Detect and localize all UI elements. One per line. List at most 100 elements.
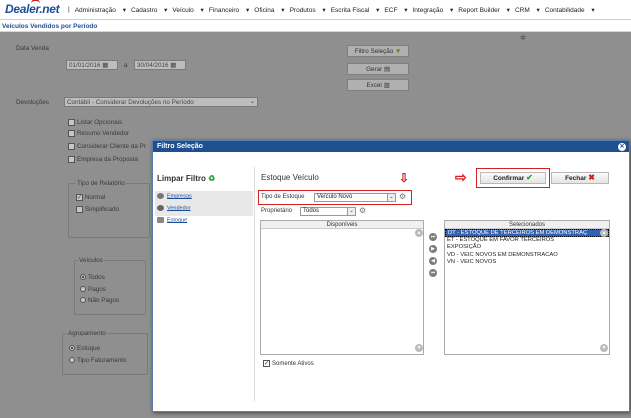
option-nao-pagos[interactable]: Não Pagos [80, 297, 119, 304]
date-to-input[interactable]: 30/04/2016 ▦ [134, 60, 186, 70]
option-normal[interactable]: ✓ Normal [76, 194, 105, 201]
filtro-selecao-modal: Filtro Seleção ✕ Limpar Filtro ♻ Empresa… [152, 140, 630, 412]
option-pagos[interactable]: Pagos [80, 286, 106, 293]
calendar-icon[interactable]: ▦ [170, 62, 176, 69]
option-estoque[interactable]: Estoque [69, 345, 100, 352]
check-considerar-cliente[interactable]: Considerar Cliente da Pr [68, 143, 146, 150]
list-item[interactable]: VD - VEIC NOVOS EM DEMONSTRACAO [445, 252, 609, 260]
menu-item-oficina[interactable]: Oficina ▾ [254, 6, 284, 14]
radio[interactable] [80, 297, 86, 304]
radio-selected[interactable] [69, 345, 75, 352]
agrupamento-group [62, 333, 148, 375]
scroll-up-icon[interactable]: ▲ [600, 229, 608, 237]
disponiveis-list[interactable]: Disponíveis [260, 220, 424, 355]
confirmar-button[interactable]: Confirmar ✔ [480, 172, 546, 184]
chevron-down-icon: ⌄ [387, 194, 395, 201]
red-arrow-down-icon: ⇩ [399, 171, 410, 185]
menu-item-ecf[interactable]: ECF ▾ [384, 6, 407, 14]
list-item[interactable]: ET - ESTOQUE EM FAVOR TERCEIROS [445, 237, 609, 245]
veiculos-title: Veículos [78, 257, 104, 264]
fechar-button[interactable]: Fechar ✖ [551, 172, 609, 184]
checkbox[interactable] [68, 119, 75, 126]
menu-item-contabilidade[interactable]: Contabilidade ▾ [545, 6, 595, 14]
app-logo[interactable]: Dealer.net [5, 0, 60, 16]
limpar-filtro-button[interactable]: Limpar Filtro ♻ [157, 174, 215, 183]
close-icon[interactable]: ✕ [618, 143, 626, 151]
checkbox[interactable] [68, 156, 75, 163]
scroll-up-icon[interactable]: ▲ [415, 229, 423, 237]
move-left-icon[interactable]: ◀ [429, 257, 437, 265]
refresh-icon[interactable]: ⚙ [359, 206, 366, 215]
check-listar-opcionais[interactable]: Listar Opcionais [68, 119, 122, 126]
tipo-relatorio-title: Tipo de Relatório [76, 180, 126, 187]
option-simplificado[interactable]: Simplificado [76, 206, 119, 213]
list-item[interactable]: DT - ESTOQUE DE TERCEIROS EM DEMONSTRAÇ [445, 229, 609, 237]
calendar-icon[interactable]: ▦ [102, 62, 108, 69]
tipo-estoque-select[interactable]: Veículo Novo ⌄ [314, 193, 396, 202]
funnel-icon: ▼ [395, 48, 402, 55]
scroll-down-icon[interactable]: ▼ [600, 344, 608, 352]
nav-item-vendedor[interactable]: Vendedor [157, 205, 191, 211]
list-item[interactable]: EXPOSIÇÃO [445, 244, 609, 252]
check-icon: ✔ [526, 173, 533, 182]
refresh-icon[interactable]: ⚙ [399, 192, 406, 201]
radio[interactable] [69, 357, 75, 364]
nav-item-estoque[interactable]: Estoque [157, 217, 187, 223]
radio[interactable] [80, 286, 86, 293]
modal-header: Filtro Seleção [153, 141, 629, 152]
selecionados-header: Selecionados [445, 221, 609, 229]
menu-item-administracao[interactable]: Administração ▾ [75, 6, 126, 14]
proprietario-label: Proprietário [261, 208, 293, 214]
red-arrow-right-icon: ⇨ [455, 169, 467, 185]
scroll-down-icon[interactable]: ▼ [415, 344, 423, 352]
nav-item-empresas[interactable]: Empresas [157, 193, 192, 199]
selecionados-list[interactable]: Selecionados DT - ESTOQUE DE TERCEIROS E… [444, 220, 610, 355]
devolucoes-select[interactable]: Contábil - Considerar Devoluções no Perí… [64, 97, 258, 107]
building-icon [157, 193, 164, 199]
menu-item-produtos[interactable]: Produtos ▾ [290, 6, 326, 14]
checkbox-checked[interactable]: ✓ [263, 360, 270, 367]
checkbox-checked[interactable]: ✓ [76, 194, 83, 201]
menu-item-integracao[interactable]: Integração ▾ [413, 6, 454, 14]
checkbox[interactable] [68, 143, 75, 150]
disponiveis-header: Disponíveis [261, 221, 423, 229]
somente-ativos-check[interactable]: ✓ Somente Ativos [263, 360, 314, 367]
menu-item-crm[interactable]: CRM ▾ [515, 6, 540, 14]
data-venda-label: Data Venda [16, 45, 49, 52]
check-resumo-vendedor[interactable]: Resumo Vendedor [68, 130, 129, 137]
date-separator: a [124, 62, 128, 69]
user-icon [157, 205, 164, 211]
date-from-input[interactable]: 01/01/2016 ▦ [66, 60, 118, 70]
excel-button[interactable]: Excel ▥ [347, 79, 409, 91]
proprietario-select[interactable]: Todos ⌄ [300, 207, 356, 216]
inventory-icon [157, 217, 164, 223]
menu-item-cadastro[interactable]: Cadastro ▾ [131, 6, 167, 14]
menu-item-report-builder[interactable]: Report Builder ▾ [458, 6, 510, 14]
move-all-right-icon[interactable]: ⏭ [429, 233, 437, 241]
option-tipo-faturamento[interactable]: Tipo Faturamento [69, 357, 126, 364]
menu-item-financeiro[interactable]: Financeiro ▾ [209, 6, 249, 14]
main-menu: | Administração ▾ Cadastro ▾ Veículo ▾ F… [68, 6, 600, 14]
checkbox[interactable] [76, 206, 83, 213]
tipo-estoque-label: Tipo de Estoque [261, 194, 305, 200]
filtro-selecao-button[interactable]: Filtro Seleção ▼ [347, 45, 409, 57]
excel-icon: ▥ [383, 82, 390, 89]
menu-separator: | [68, 6, 70, 13]
x-icon: ✖ [588, 173, 595, 182]
check-empresa-proposta[interactable]: Empresa da Proposta [68, 156, 138, 163]
checkbox[interactable] [68, 130, 75, 137]
section-title: Estoque Veículo [261, 173, 319, 182]
printer-icon: ▤ [383, 66, 390, 73]
devolucoes-label: Devoluções [16, 99, 49, 106]
move-all-left-icon[interactable]: ⏮ [429, 269, 437, 277]
move-right-icon[interactable]: ▶ [429, 245, 437, 253]
option-todos[interactable]: Todos [80, 274, 105, 281]
menu-item-veiculo[interactable]: Veículo ▾ [172, 6, 203, 14]
menu-item-escrita-fiscal[interactable]: Escrita Fiscal ▾ [331, 6, 380, 14]
agrupamento-title: Agrupamento [67, 330, 107, 337]
gerar-button[interactable]: Gerar ▤ [347, 63, 409, 75]
list-item[interactable]: VN - VEIC NOVOS [445, 259, 609, 267]
recycle-icon: ♻ [208, 174, 216, 183]
page-title: Veículos Vendidos por Período [2, 23, 98, 30]
radio-selected[interactable] [80, 274, 86, 281]
